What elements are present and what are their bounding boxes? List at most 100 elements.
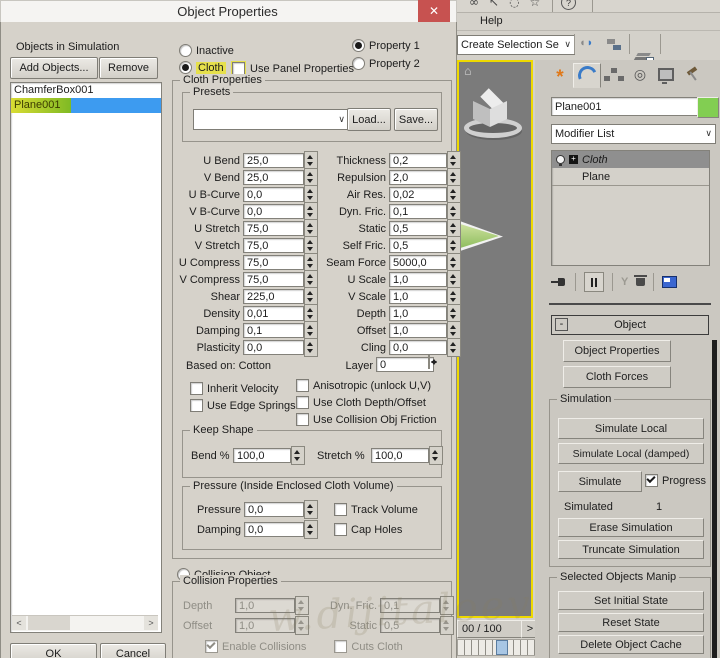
cap-holes-checkbox[interactable] xyxy=(334,523,347,536)
param-field[interactable]: 0,5 xyxy=(389,221,447,236)
collision-dyn-fric-spinner[interactable] xyxy=(440,596,454,615)
bulb-icon[interactable] xyxy=(556,155,565,164)
param-field[interactable]: 0,01 xyxy=(243,306,304,321)
tab-display[interactable] xyxy=(653,63,679,86)
cancel-button[interactable]: Cancel xyxy=(100,643,166,658)
offset-field[interactable]: 1,0 xyxy=(235,618,295,633)
track-volume-checkbox[interactable] xyxy=(334,503,347,516)
modifier-list-dropdown[interactable]: Modifier List ∨ xyxy=(551,124,716,144)
param-field[interactable]: 1,0 xyxy=(389,289,447,304)
param-field[interactable]: 0,02 xyxy=(389,187,447,202)
expand-icon[interactable]: + xyxy=(569,155,578,164)
track-bar[interactable] xyxy=(457,639,539,656)
layer-field[interactable]: 0 xyxy=(376,357,434,372)
param-field[interactable]: 2,0 xyxy=(389,170,447,185)
tab-modify[interactable] xyxy=(573,63,601,88)
offset-spinner[interactable] xyxy=(295,616,309,635)
modifier-stack-item[interactable]: Plane xyxy=(552,168,709,186)
bend-percent-field[interactable]: 100,0 xyxy=(233,448,291,463)
add-objects-button[interactable]: Add Objects... xyxy=(10,57,98,79)
pressure-field[interactable]: 0,0 xyxy=(244,502,304,517)
param-spinner[interactable] xyxy=(447,338,461,357)
param-field[interactable]: 75,0 xyxy=(243,238,304,253)
load-button[interactable]: Load... xyxy=(347,108,391,131)
collision-static-spinner[interactable] xyxy=(440,616,454,635)
tab-utilities[interactable] xyxy=(679,63,705,86)
set-initial-state-button[interactable]: Set Initial State xyxy=(558,591,704,610)
truncate-simulation-button[interactable]: Truncate Simulation xyxy=(558,540,704,559)
pressure-damping-field[interactable]: 0,0 xyxy=(244,522,304,537)
rollout-header-object[interactable]: - Object xyxy=(551,315,709,335)
delete-object-cache-button[interactable]: Delete Object Cache xyxy=(558,635,704,654)
object-properties-button[interactable]: Object Properties xyxy=(563,340,671,362)
tab-create[interactable]: * xyxy=(547,63,573,86)
align-icon[interactable] xyxy=(607,38,623,52)
list-item[interactable]: Plane001 xyxy=(11,98,161,113)
param-field[interactable]: 1,0 xyxy=(389,306,447,321)
property1-radio[interactable] xyxy=(352,39,365,52)
scroll-left-icon[interactable]: < xyxy=(12,616,26,630)
close-button[interactable]: ✕ xyxy=(418,0,450,22)
checkbox[interactable] xyxy=(296,379,309,392)
list-item[interactable]: ChamferBox001 xyxy=(11,83,161,98)
param-field[interactable]: 75,0 xyxy=(243,272,304,287)
cuts-cloth-checkbox[interactable] xyxy=(334,640,347,653)
simulate-local-damped-button[interactable]: Simulate Local (damped) xyxy=(558,443,704,464)
pressure-damping-spinner[interactable] xyxy=(304,520,318,539)
param-field[interactable]: 75,0 xyxy=(243,255,304,270)
checkbox[interactable] xyxy=(190,399,203,412)
param-field[interactable]: 5000,0 xyxy=(389,255,447,270)
depth-field[interactable]: 1,0 xyxy=(235,598,295,613)
checkbox[interactable] xyxy=(296,413,309,426)
depth-spinner[interactable] xyxy=(295,596,309,615)
property2-radio[interactable] xyxy=(352,57,365,70)
viewport[interactable]: ⌂ xyxy=(457,60,533,618)
make-unique-icon[interactable]: Y xyxy=(621,276,628,288)
configure-modifier-sets-icon[interactable] xyxy=(662,276,677,288)
param-field[interactable]: 225,0 xyxy=(243,289,304,304)
toolbar-icon[interactable]: ☆ xyxy=(530,0,541,9)
param-spinner[interactable] xyxy=(304,338,318,357)
param-field[interactable]: 1,0 xyxy=(389,323,447,338)
object-name-field[interactable]: Plane001 xyxy=(551,97,698,116)
simulate-local-button[interactable]: Simulate Local xyxy=(558,418,704,439)
stretch-percent-spinner[interactable] xyxy=(429,446,443,465)
param-field[interactable]: 0,5 xyxy=(389,238,447,253)
pin-stack-icon[interactable] xyxy=(551,277,567,287)
chevron-down-icon[interactable]: ∨ xyxy=(564,40,571,50)
bend-percent-spinner[interactable] xyxy=(291,446,305,465)
track-bar-thumb[interactable] xyxy=(496,640,508,655)
save-button[interactable]: Save... xyxy=(394,108,438,131)
mirror-icon[interactable]: ◖◗ xyxy=(579,37,593,49)
param-field[interactable]: 0,0 xyxy=(243,204,304,219)
reset-state-button[interactable]: Reset State xyxy=(558,613,704,632)
param-field[interactable]: 75,0 xyxy=(243,221,304,236)
collision-static-field[interactable]: 0,5 xyxy=(380,618,440,633)
checkbox[interactable] xyxy=(190,382,203,395)
remove-modifier-icon[interactable] xyxy=(636,278,645,286)
param-field[interactable]: 0,1 xyxy=(389,204,447,219)
objects-listbox[interactable]: ChamferBox001Plane001 xyxy=(10,82,162,633)
home-icon[interactable]: ⌂ xyxy=(464,64,472,78)
param-field[interactable]: 1,0 xyxy=(389,272,447,287)
collision-dyn-fric-field[interactable]: 0,1 xyxy=(380,598,440,613)
stretch-percent-field[interactable]: 100,0 xyxy=(371,448,429,463)
tab-motion[interactable]: ◎ xyxy=(627,63,653,86)
viewcube[interactable] xyxy=(464,90,526,148)
object-color-swatch[interactable] xyxy=(697,97,719,118)
enable-collisions-checkbox[interactable] xyxy=(205,640,218,653)
toolbar-icon[interactable]: ∞ xyxy=(469,0,479,9)
inactive-radio[interactable] xyxy=(179,44,192,57)
plane-object[interactable] xyxy=(457,220,503,252)
toolbar-icon[interactable]: ◌ xyxy=(509,0,519,9)
param-field[interactable]: 25,0 xyxy=(243,170,304,185)
param-field[interactable]: 0,1 xyxy=(243,323,304,338)
time-slider[interactable]: 00 / 100 xyxy=(457,620,525,638)
tab-hierarchy[interactable] xyxy=(601,63,627,86)
progress-checkbox[interactable] xyxy=(645,474,658,487)
panel-scrollbar[interactable] xyxy=(712,340,717,658)
param-field[interactable]: 25,0 xyxy=(243,153,304,168)
layer-spinner[interactable] xyxy=(428,355,430,369)
chevron-down-icon[interactable]: ∨ xyxy=(705,129,712,139)
rollout-collapse-button[interactable]: - xyxy=(555,318,568,331)
